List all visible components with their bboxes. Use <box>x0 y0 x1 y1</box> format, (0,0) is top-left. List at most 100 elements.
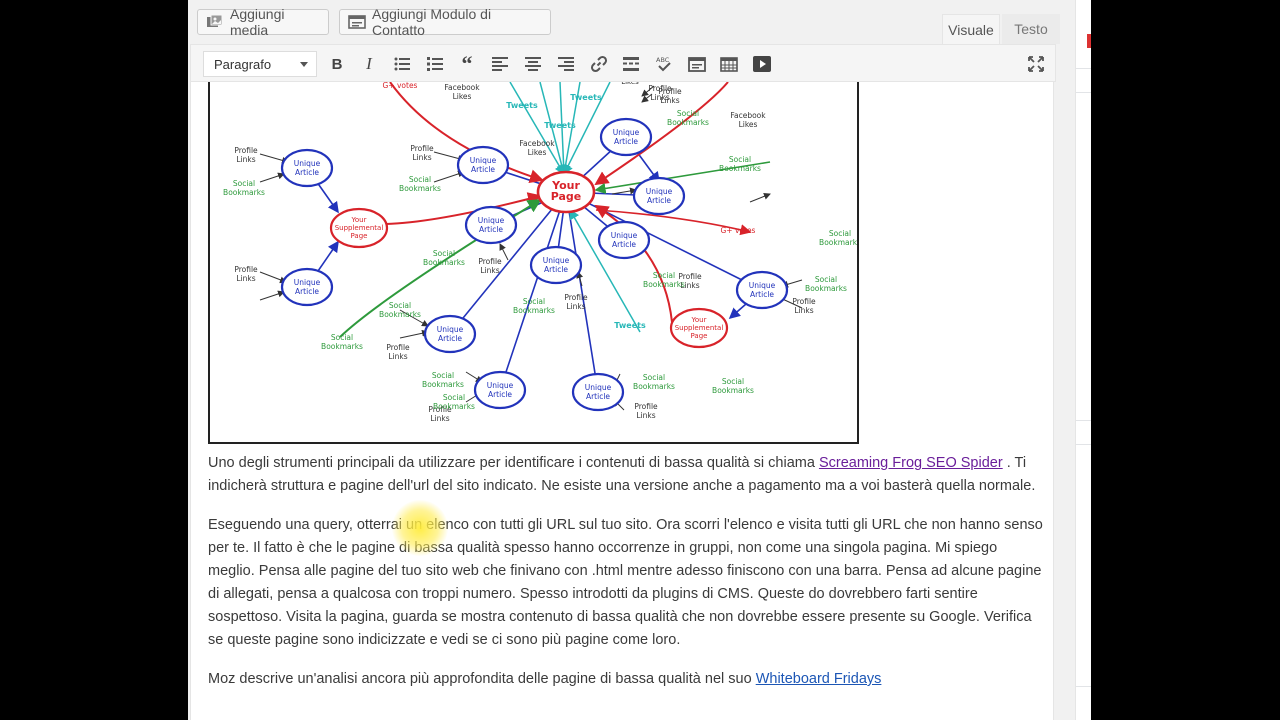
paragraph-2: Eseguendo una query, otterrai un elenco … <box>208 517 1043 648</box>
social-bookmarks-label: Social Bookmarks <box>422 371 464 389</box>
unique-article-label: Unique Article <box>294 159 321 177</box>
sidebar-divider <box>1076 444 1091 445</box>
unique-article-label: Unique Article <box>478 216 505 234</box>
tab-text-label: Testo <box>1014 21 1048 37</box>
bold-icon: B <box>331 55 343 73</box>
sidebar-divider <box>1076 686 1091 687</box>
align-right-icon <box>558 57 574 71</box>
media-icon <box>206 14 224 30</box>
blockquote-button[interactable]: “ <box>456 51 478 76</box>
social-bookmarks-label: Social Bookmarks <box>321 333 363 351</box>
svg-text:ABC: ABC <box>656 56 670 64</box>
wp-editor-screen: Aggiungi media Aggiungi Modulo di Contat… <box>188 0 1090 720</box>
align-left-icon <box>492 57 508 71</box>
facebook-likes-label: Facebook Likes <box>519 139 555 157</box>
profile-links-label: Profile Links <box>634 402 658 420</box>
social-bookmarks-label: Social Bookmarks <box>223 179 265 197</box>
diagram-arrow <box>385 192 542 225</box>
right-sidebar-edge <box>1075 0 1091 720</box>
tweets-label: Tweets <box>614 321 646 330</box>
profile-links-label: Profile Links <box>658 87 682 105</box>
bulleted-list-icon <box>394 57 410 71</box>
numbered-list-button[interactable] <box>424 53 446 75</box>
editor-content-area[interactable]: Unique Article Unique Article Unique Article U… <box>190 82 1054 720</box>
spellcheck-button[interactable]: ABC <box>653 53 675 75</box>
pointer-arrow <box>259 271 287 284</box>
bold-button[interactable]: B <box>326 53 348 75</box>
facebook-likes-label: Facebook Likes <box>730 111 766 129</box>
paragraph-1: Uno degli strumenti principali da utiliz… <box>208 452 1044 498</box>
unique-article-label: Unique Article <box>543 256 570 274</box>
profile-links-label: Profile Links <box>564 293 588 311</box>
gplus-votes-label: G+ votes <box>383 82 418 90</box>
screaming-frog-link[interactable]: Screaming Frog SEO Spider <box>819 455 1003 471</box>
toggle-toolbar-button[interactable] <box>686 53 708 75</box>
pointer-arrow <box>259 172 285 183</box>
bulleted-list-button[interactable] <box>391 53 413 75</box>
pointer-arrow <box>433 170 465 183</box>
social-bookmarks-label: Social Bookmarks <box>433 393 475 411</box>
align-right-button[interactable] <box>555 53 577 75</box>
align-center-button[interactable] <box>522 53 544 75</box>
paragraph-3: Moz descrive un'analisi ancora più appro… <box>208 668 1044 691</box>
blockquote-icon: “ <box>461 51 473 76</box>
sidebar-divider <box>1076 92 1091 93</box>
insert-link-button[interactable] <box>588 53 610 75</box>
unique-article-label: Unique Article <box>470 156 497 174</box>
sidebar-indicator <box>1087 34 1091 48</box>
social-bookmarks-label: Social Bookmarks <box>712 377 754 395</box>
align-center-icon <box>525 57 541 71</box>
italic-button[interactable]: I <box>358 53 380 75</box>
sidebar-divider <box>1076 68 1091 69</box>
tweets-label: Tweets <box>570 93 602 102</box>
diagram-arrow <box>561 190 599 393</box>
add-media-button[interactable]: Aggiungi media <box>197 6 329 38</box>
insert-table-button[interactable] <box>718 53 740 75</box>
unique-article-label: Unique Article <box>585 383 612 401</box>
social-bookmarks-label: Social Bookmarks <box>399 175 441 193</box>
pointer-arrow <box>749 192 771 203</box>
pointer-arrow <box>611 187 637 195</box>
format-select[interactable]: Paragrafo <box>203 51 317 77</box>
unique-article-label: Unique Article <box>487 381 514 399</box>
pointer-arrow <box>259 290 285 301</box>
social-bookmarks-label: Social Bookmarks <box>805 275 847 293</box>
align-left-button[interactable] <box>489 53 511 75</box>
seo-link-diagram: Unique Article Unique Article Unique Article U… <box>208 82 861 444</box>
insert-video-button[interactable] <box>751 53 773 75</box>
p1-text-before: Uno degli strumenti principali da utiliz… <box>208 455 819 471</box>
social-bookmarks-label: Social Bookmarks <box>719 155 761 173</box>
read-more-button[interactable] <box>620 53 642 75</box>
unique-article-label: Unique Article <box>611 231 638 249</box>
tab-visual[interactable]: Visuale <box>942 14 1000 44</box>
social-bookmarks-label: Social Bookmarks <box>667 109 709 127</box>
facebook-likes-label: Facebook Likes <box>444 83 480 101</box>
profile-links-label: Profile Links <box>234 265 258 283</box>
gplus-votes-label: G+ votes <box>721 226 756 235</box>
unique-article-label: Unique Article <box>437 325 464 343</box>
tab-text[interactable]: Testo <box>1002 14 1060 44</box>
likes-label: Likes <box>621 82 639 86</box>
tweets-label: Tweets <box>544 121 576 130</box>
profile-links-label: Profile Links <box>234 146 258 164</box>
p3-text-before: Moz descrive un'analisi ancora più appro… <box>208 671 756 687</box>
add-contact-form-button[interactable]: Aggiungi Modulo di Contatto <box>339 6 551 38</box>
media-buttons-bar: Aggiungi media Aggiungi Modulo di Contat… <box>188 0 1078 48</box>
italic-icon: I <box>366 54 372 73</box>
form-icon <box>348 14 366 30</box>
fullscreen-button[interactable] <box>1025 53 1047 75</box>
format-select-value: Paragrafo <box>214 56 272 72</box>
whiteboard-fridays-link[interactable]: Whiteboard Fridays <box>756 671 882 687</box>
social-bookmarks-label: Social Bookmarks <box>513 297 555 315</box>
social-bookmarks-label: Social Bookmarks <box>379 301 421 319</box>
unique-article-label: Unique Article <box>294 278 321 296</box>
numbered-list-icon <box>427 57 443 71</box>
post-body[interactable]: Uno degli strumenti principali da utiliz… <box>208 452 1044 707</box>
spellcheck-icon: ABC <box>656 56 671 72</box>
toolbar-toggle-icon <box>688 56 706 72</box>
unique-article-label: Unique Article <box>646 187 673 205</box>
unique-article-label: Unique Article <box>749 281 776 299</box>
social-bookmarks-label: Social Bookmarks <box>819 229 857 247</box>
tweets-label: Tweets <box>506 101 538 110</box>
add-media-label: Aggiungi media <box>230 6 285 38</box>
